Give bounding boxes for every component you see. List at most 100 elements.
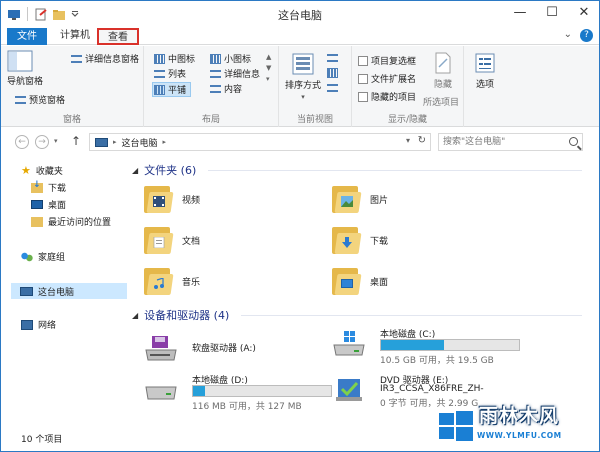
ribbon-group-layout: 中图标 小图标 列表 详细信息 平铺 内容 ▲ ▼ ▾ 布局 (144, 46, 279, 127)
nav-item-network[interactable]: 网络 (21, 318, 56, 331)
nav-item-desktop[interactable]: 桌面 (31, 198, 66, 211)
details-pane-label: 详细信息窗格 (85, 55, 140, 65)
tab-file[interactable]: 文件 (7, 28, 47, 45)
breadcrumb-location[interactable]: 这台电脑 (122, 136, 158, 149)
item-checkboxes-toggle[interactable]: 项目复选框 (358, 54, 416, 67)
floppy-drive-icon (145, 336, 177, 361)
add-columns-icon[interactable] (327, 68, 338, 78)
homegroup-icon (21, 251, 33, 262)
folder-label: 视频 (182, 195, 201, 206)
preview-pane-icon (15, 95, 26, 104)
folders-section-header[interactable]: ◢ 文件夹 (6) (132, 162, 582, 178)
options-button[interactable]: 选项 (468, 52, 502, 90)
chevron-right-icon[interactable]: ▸ (163, 138, 167, 146)
up-button[interactable]: ↑ (71, 134, 81, 148)
nav-item-label: 家庭组 (38, 253, 66, 263)
layout-list[interactable]: 列表 (154, 67, 186, 80)
layout-small-icons[interactable]: 小图标 (210, 52, 251, 65)
search-icon[interactable] (569, 137, 578, 146)
downloads-folder-icon (332, 224, 362, 256)
drive-floppy[interactable]: 软盘驱动器 (A:) (144, 332, 324, 368)
nav-item-favorites[interactable]: ★ 收藏夹 (21, 164, 63, 177)
hide-icon (435, 52, 451, 74)
nav-item-homegroup[interactable]: 家庭组 (21, 250, 65, 263)
collapse-icon[interactable]: ◢ (132, 311, 138, 320)
tiles-icon (154, 84, 165, 95)
layout-label: 详细信息 (224, 70, 261, 80)
drive-usage-bar (380, 339, 520, 351)
ribbon-group-label: 窗格 (62, 115, 81, 125)
navigation-pane: ★ 收藏夹 下载 桌面 最近访问的位置 家庭组 这台电脑 网络 (1, 156, 129, 426)
back-button[interactable]: ← (15, 135, 29, 149)
local-drive-icon (145, 386, 177, 400)
preview-pane-label: 预览窗格 (29, 96, 66, 106)
recent-places-icon (31, 216, 43, 227)
refresh-icon[interactable]: ↻ (418, 135, 426, 146)
ribbon-tabs: 文件 计算机 查看 ⌄ ? (1, 27, 599, 45)
maximize-button[interactable]: ☐ (543, 5, 561, 21)
group-by-icon[interactable] (327, 54, 338, 62)
network-icon (21, 319, 33, 330)
sort-by-button[interactable]: 排序方式 ▾ (285, 52, 321, 101)
drive-c[interactable]: 本地磁盘 (C:) 10.5 GB 可用，共 19.5 GB (332, 327, 582, 367)
search-input[interactable]: 搜索"这台电脑" (438, 133, 583, 151)
hidden-items-toggle[interactable]: 隐藏的项目 (358, 90, 416, 103)
hide-selected-button[interactable]: 隐藏 (428, 52, 458, 90)
ribbon-group-label: 当前视图 (296, 115, 333, 125)
download-folder-icon (31, 180, 43, 193)
nav-item-downloads[interactable]: 下载 (31, 180, 66, 194)
checkbox[interactable] (358, 91, 368, 102)
layout-details[interactable]: 详细信息 (210, 67, 260, 80)
folder-music[interactable]: 音乐 (144, 265, 200, 297)
layout-scroll[interactable]: ▲ ▼ ▾ (266, 52, 271, 85)
folder-label: 桌面 (370, 277, 389, 288)
size-columns-icon[interactable] (327, 84, 338, 92)
folder-videos[interactable]: 视频 (144, 183, 200, 215)
forward-button[interactable]: → (35, 135, 49, 149)
layout-content[interactable]: 内容 (210, 82, 242, 95)
chevron-down-icon[interactable]: ⌄ (564, 29, 572, 42)
help-icon[interactable]: ? (580, 29, 593, 42)
dvd-drive-icon (336, 379, 362, 401)
item-count: 10 个项目 (21, 435, 63, 445)
address-bar[interactable]: ▸ 这台电脑 ▸ ▾ ↻ (89, 133, 431, 151)
drives-section-header[interactable]: ◢ 设备和驱动器 (4) (132, 307, 582, 323)
content-pane: ◢ 文件夹 (6) 视频 图片 文档 下载 音乐 桌面 ◢ 设备和驱动器 (4)… (132, 156, 582, 426)
chevron-down-icon[interactable]: ▾ (54, 137, 58, 145)
nav-item-this-pc[interactable]: 这台电脑 (11, 283, 127, 299)
checkbox[interactable] (358, 73, 368, 84)
chevron-right-icon[interactable]: ▸ (113, 138, 117, 146)
ribbon-group-current-view: 排序方式 ▾ 当前视图 (279, 46, 352, 127)
folder-documents[interactable]: 文档 (144, 224, 200, 256)
pc-icon (95, 137, 108, 147)
folder-downloads[interactable]: 下载 (332, 224, 388, 256)
layout-medium-icons[interactable]: 中图标 (154, 52, 195, 65)
chevron-down-icon[interactable]: ▾ (406, 136, 410, 145)
ribbon-group-label: 显示/隐藏 (387, 115, 428, 125)
nav-item-label: 最近访问的位置 (48, 218, 112, 228)
pc-icon (20, 286, 33, 296)
tab-computer[interactable]: 计算机 (55, 28, 95, 45)
close-button[interactable]: ✕ (575, 5, 593, 21)
drive-space-info: 10.5 GB 可用，共 19.5 GB (380, 356, 494, 366)
checkbox[interactable] (358, 55, 368, 66)
collapse-icon[interactable]: ◢ (132, 166, 138, 175)
tab-view[interactable]: 查看 (97, 28, 139, 45)
drive-d[interactable]: 本地磁盘 (D:) 116 MB 可用，共 127 MB (144, 373, 334, 413)
folder-desktop[interactable]: 桌面 (332, 265, 388, 297)
navigation-bar: ← → ▾ ↑ ▸ 这台电脑 ▸ ▾ ↻ 搜索"这台电脑" (1, 128, 599, 154)
nav-pane-button[interactable]: 导航窗格 (7, 50, 43, 87)
folder-pictures[interactable]: 图片 (332, 183, 388, 215)
layout-tiles[interactable]: 平铺 (152, 82, 192, 97)
sort-icon (292, 53, 314, 75)
section-title: 文件夹 (6) (144, 164, 197, 177)
minimize-button[interactable]: — (511, 5, 529, 21)
preview-pane-button[interactable]: 预览窗格 (15, 93, 65, 106)
nav-item-recent[interactable]: 最近访问的位置 (31, 215, 111, 228)
details-pane-button[interactable]: 详细信息窗格 (71, 52, 139, 65)
pictures-folder-icon (332, 183, 362, 215)
folder-label: 文档 (182, 236, 201, 247)
sort-by-label: 排序方式 (285, 81, 322, 91)
file-extensions-toggle[interactable]: 文件扩展名 (358, 72, 416, 85)
drive-volume-label: IR3_CCSA_X86FRE_ZH- (380, 384, 484, 394)
